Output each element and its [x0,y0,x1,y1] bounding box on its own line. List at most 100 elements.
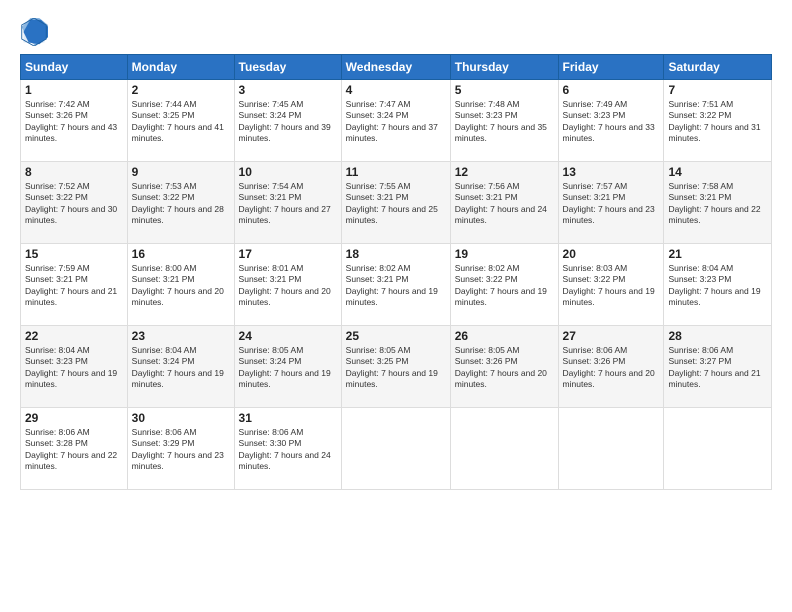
day-number: 1 [25,83,123,97]
day-info: Sunrise: 8:04 AMSunset: 3:24 PMDaylight:… [132,345,230,391]
day-info: Sunrise: 7:57 AMSunset: 3:21 PMDaylight:… [563,181,660,227]
day-number: 11 [346,165,446,179]
calendar-cell: 20 Sunrise: 8:03 AMSunset: 3:22 PMDaylig… [558,244,664,326]
calendar-cell: 25 Sunrise: 8:05 AMSunset: 3:25 PMDaylig… [341,326,450,408]
day-number: 30 [132,411,230,425]
calendar-week-row: 1 Sunrise: 7:42 AMSunset: 3:26 PMDayligh… [21,80,772,162]
day-number: 17 [239,247,337,261]
day-number: 7 [668,83,767,97]
calendar-cell: 23 Sunrise: 8:04 AMSunset: 3:24 PMDaylig… [127,326,234,408]
day-info: Sunrise: 8:06 AMSunset: 3:27 PMDaylight:… [668,345,767,391]
page: SundayMondayTuesdayWednesdayThursdayFrid… [0,0,792,612]
day-number: 3 [239,83,337,97]
calendar-cell: 13 Sunrise: 7:57 AMSunset: 3:21 PMDaylig… [558,162,664,244]
calendar-week-row: 15 Sunrise: 7:59 AMSunset: 3:21 PMDaylig… [21,244,772,326]
day-number: 5 [455,83,554,97]
day-number: 27 [563,329,660,343]
day-info: Sunrise: 8:02 AMSunset: 3:21 PMDaylight:… [346,263,446,309]
calendar-cell: 31 Sunrise: 8:06 AMSunset: 3:30 PMDaylig… [234,408,341,490]
calendar-cell: 22 Sunrise: 8:04 AMSunset: 3:23 PMDaylig… [21,326,128,408]
day-info: Sunrise: 7:48 AMSunset: 3:23 PMDaylight:… [455,99,554,145]
calendar-header-thursday: Thursday [450,55,558,80]
day-info: Sunrise: 8:05 AMSunset: 3:25 PMDaylight:… [346,345,446,391]
calendar-cell: 10 Sunrise: 7:54 AMSunset: 3:21 PMDaylig… [234,162,341,244]
calendar-cell: 16 Sunrise: 8:00 AMSunset: 3:21 PMDaylig… [127,244,234,326]
day-number: 25 [346,329,446,343]
calendar-cell: 24 Sunrise: 8:05 AMSunset: 3:24 PMDaylig… [234,326,341,408]
day-info: Sunrise: 7:44 AMSunset: 3:25 PMDaylight:… [132,99,230,145]
calendar-cell [450,408,558,490]
day-number: 8 [25,165,123,179]
calendar-cell [664,408,772,490]
day-info: Sunrise: 7:42 AMSunset: 3:26 PMDaylight:… [25,99,123,145]
day-info: Sunrise: 7:52 AMSunset: 3:22 PMDaylight:… [25,181,123,227]
day-number: 10 [239,165,337,179]
calendar-header-sunday: Sunday [21,55,128,80]
calendar-header-tuesday: Tuesday [234,55,341,80]
day-info: Sunrise: 8:06 AMSunset: 3:28 PMDaylight:… [25,427,123,473]
day-info: Sunrise: 7:56 AMSunset: 3:21 PMDaylight:… [455,181,554,227]
day-info: Sunrise: 7:58 AMSunset: 3:21 PMDaylight:… [668,181,767,227]
day-number: 18 [346,247,446,261]
calendar-cell: 21 Sunrise: 8:04 AMSunset: 3:23 PMDaylig… [664,244,772,326]
day-number: 9 [132,165,230,179]
day-info: Sunrise: 7:59 AMSunset: 3:21 PMDaylight:… [25,263,123,309]
calendar-cell: 17 Sunrise: 8:01 AMSunset: 3:21 PMDaylig… [234,244,341,326]
day-number: 2 [132,83,230,97]
calendar-cell: 26 Sunrise: 8:05 AMSunset: 3:26 PMDaylig… [450,326,558,408]
day-info: Sunrise: 7:49 AMSunset: 3:23 PMDaylight:… [563,99,660,145]
calendar-cell: 28 Sunrise: 8:06 AMSunset: 3:27 PMDaylig… [664,326,772,408]
day-number: 24 [239,329,337,343]
day-info: Sunrise: 7:47 AMSunset: 3:24 PMDaylight:… [346,99,446,145]
day-number: 20 [563,247,660,261]
day-number: 13 [563,165,660,179]
day-number: 23 [132,329,230,343]
day-number: 31 [239,411,337,425]
calendar-cell: 30 Sunrise: 8:06 AMSunset: 3:29 PMDaylig… [127,408,234,490]
day-info: Sunrise: 8:02 AMSunset: 3:22 PMDaylight:… [455,263,554,309]
calendar-cell: 9 Sunrise: 7:53 AMSunset: 3:22 PMDayligh… [127,162,234,244]
calendar-cell: 1 Sunrise: 7:42 AMSunset: 3:26 PMDayligh… [21,80,128,162]
day-info: Sunrise: 8:06 AMSunset: 3:26 PMDaylight:… [563,345,660,391]
day-number: 4 [346,83,446,97]
day-number: 14 [668,165,767,179]
calendar-week-row: 29 Sunrise: 8:06 AMSunset: 3:28 PMDaylig… [21,408,772,490]
calendar-cell [558,408,664,490]
calendar-cell: 29 Sunrise: 8:06 AMSunset: 3:28 PMDaylig… [21,408,128,490]
calendar-cell: 6 Sunrise: 7:49 AMSunset: 3:23 PMDayligh… [558,80,664,162]
day-number: 22 [25,329,123,343]
day-info: Sunrise: 8:06 AMSunset: 3:29 PMDaylight:… [132,427,230,473]
calendar-header-wednesday: Wednesday [341,55,450,80]
day-info: Sunrise: 8:03 AMSunset: 3:22 PMDaylight:… [563,263,660,309]
day-info: Sunrise: 7:45 AMSunset: 3:24 PMDaylight:… [239,99,337,145]
calendar-cell: 2 Sunrise: 7:44 AMSunset: 3:25 PMDayligh… [127,80,234,162]
calendar-header-monday: Monday [127,55,234,80]
day-number: 12 [455,165,554,179]
calendar-cell: 19 Sunrise: 8:02 AMSunset: 3:22 PMDaylig… [450,244,558,326]
calendar-cell: 11 Sunrise: 7:55 AMSunset: 3:21 PMDaylig… [341,162,450,244]
day-number: 16 [132,247,230,261]
calendar-header-saturday: Saturday [664,55,772,80]
calendar-cell: 7 Sunrise: 7:51 AMSunset: 3:22 PMDayligh… [664,80,772,162]
day-info: Sunrise: 8:01 AMSunset: 3:21 PMDaylight:… [239,263,337,309]
day-info: Sunrise: 8:06 AMSunset: 3:30 PMDaylight:… [239,427,337,473]
calendar-week-row: 8 Sunrise: 7:52 AMSunset: 3:22 PMDayligh… [21,162,772,244]
day-number: 19 [455,247,554,261]
day-info: Sunrise: 7:55 AMSunset: 3:21 PMDaylight:… [346,181,446,227]
calendar-week-row: 22 Sunrise: 8:04 AMSunset: 3:23 PMDaylig… [21,326,772,408]
day-info: Sunrise: 7:51 AMSunset: 3:22 PMDaylight:… [668,99,767,145]
day-number: 21 [668,247,767,261]
calendar-cell: 12 Sunrise: 7:56 AMSunset: 3:21 PMDaylig… [450,162,558,244]
day-number: 6 [563,83,660,97]
calendar-cell: 18 Sunrise: 8:02 AMSunset: 3:21 PMDaylig… [341,244,450,326]
day-number: 29 [25,411,123,425]
day-info: Sunrise: 8:05 AMSunset: 3:26 PMDaylight:… [455,345,554,391]
day-info: Sunrise: 8:00 AMSunset: 3:21 PMDaylight:… [132,263,230,309]
calendar-cell: 27 Sunrise: 8:06 AMSunset: 3:26 PMDaylig… [558,326,664,408]
day-info: Sunrise: 7:54 AMSunset: 3:21 PMDaylight:… [239,181,337,227]
day-number: 26 [455,329,554,343]
calendar-header-row: SundayMondayTuesdayWednesdayThursdayFrid… [21,55,772,80]
day-info: Sunrise: 8:04 AMSunset: 3:23 PMDaylight:… [25,345,123,391]
logo-icon [20,18,48,46]
calendar-cell: 15 Sunrise: 7:59 AMSunset: 3:21 PMDaylig… [21,244,128,326]
